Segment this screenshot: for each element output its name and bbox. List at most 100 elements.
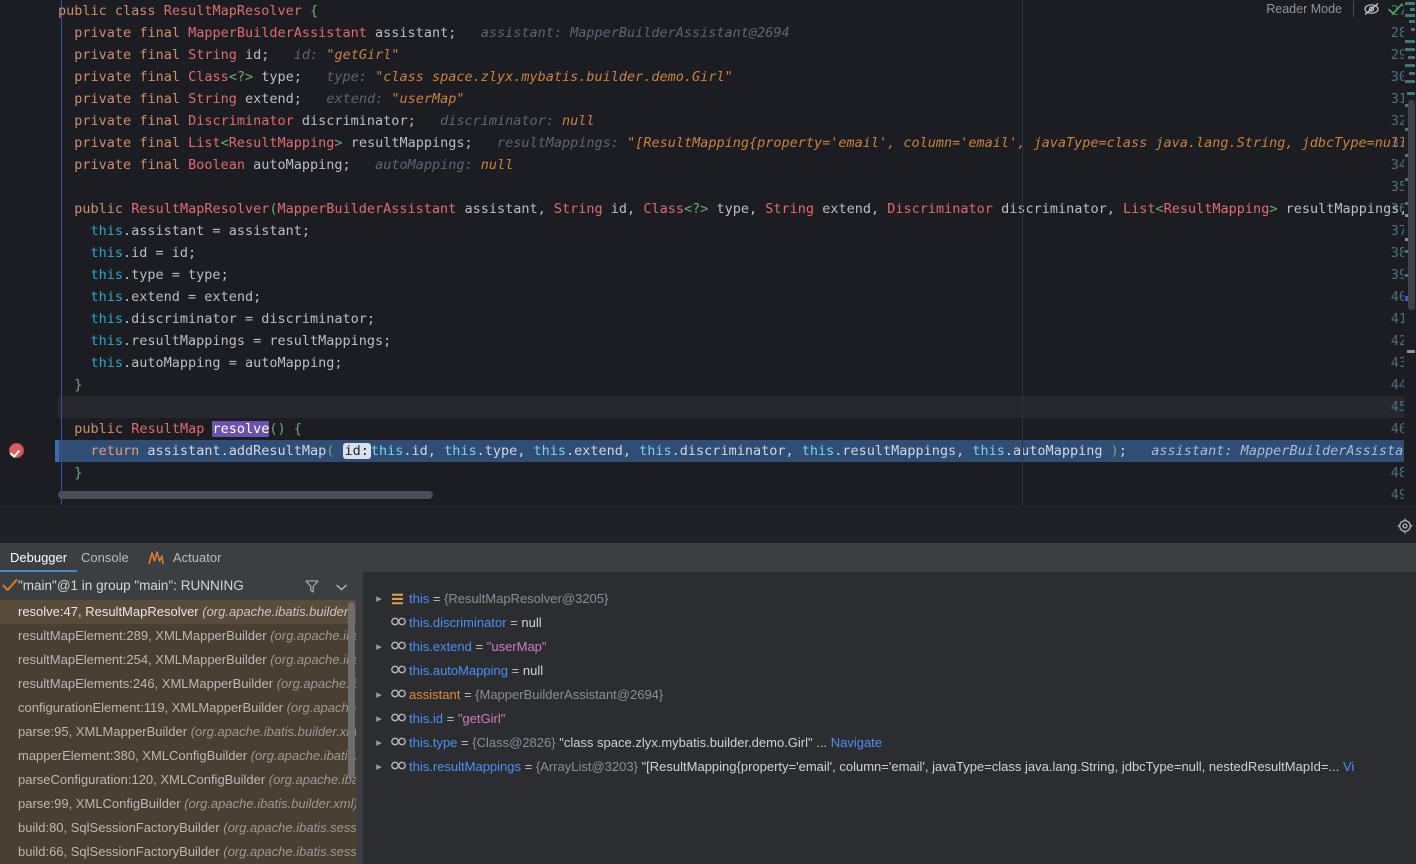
frame-method: resultMapElement:289, XMLMapperBuilder xyxy=(18,628,271,643)
error-stripe[interactable] xyxy=(1404,0,1416,505)
watch-icon xyxy=(391,617,406,626)
variable-name: this xyxy=(409,591,430,606)
code-editor[interactable]: 27 28 29 30 31 32 33 34 35 36 37 38 39 4… xyxy=(0,0,1416,505)
thread-label: "main"@1 in group "main": RUNNING xyxy=(18,578,244,593)
variable-value: "class space.zlyx.mybatis.builder.demo.G… xyxy=(559,735,828,750)
frame-package: (org.apache.ibatis.builder.xml) xyxy=(250,748,363,763)
frame-row[interactable]: resultMapElements:246, XMLMapperBuilder … xyxy=(0,672,363,696)
watch-icon xyxy=(391,713,406,722)
frame-row[interactable]: build:66, SqlSessionFactoryBuilder (org.… xyxy=(0,840,363,864)
variable-name: this.autoMapping xyxy=(409,663,509,678)
frame-method: parse:95, XMLMapperBuilder xyxy=(18,724,191,739)
editor-gutter[interactable] xyxy=(0,0,55,505)
frames-pane-edge xyxy=(356,600,363,864)
code-line-47: return assistant.addResultMap( id: this.i… xyxy=(58,443,1416,459)
variable-name: this.discriminator xyxy=(409,615,507,630)
equals-sign: = xyxy=(463,687,472,702)
code-line-37: this.assistant = assistant; xyxy=(90,223,310,239)
variable-name: this.id xyxy=(409,711,443,726)
code-line-36: public ResultMapResolver(MapperBuilderAs… xyxy=(74,201,1416,217)
filter-icon[interactable] xyxy=(305,580,319,593)
actuator-icon xyxy=(148,551,164,565)
frame-method: resultMapElements:246, XMLMapperBuilder xyxy=(18,676,277,691)
eye-off-icon[interactable] xyxy=(1363,1,1380,17)
frame-package: (org.apache.ibatis.builder.xml) xyxy=(184,796,358,811)
expand-chevron-icon[interactable]: ▸ xyxy=(373,683,385,707)
frame-method: parseConfiguration:120, XMLConfigBuilder xyxy=(18,772,269,787)
variable-value: null xyxy=(522,663,544,678)
check-icon[interactable] xyxy=(1387,1,1404,17)
frame-method: resolve:47, ResultMapResolver xyxy=(18,604,203,619)
tab-console[interactable]: Console xyxy=(71,543,139,572)
frame-package: (org.apache.ibatis.session) xyxy=(223,820,363,835)
variable-name: assistant xyxy=(409,687,461,702)
expand-chevron-icon[interactable]: ▸ xyxy=(373,635,385,659)
debug-tab-bar[interactable]: Debugger Console Actuator xyxy=(0,543,1416,572)
variable-row[interactable]: ▸ this = {ResultMapResolver@3205} xyxy=(363,587,1416,611)
code-line-34: private final Boolean autoMapping; autoM… xyxy=(74,157,514,173)
frame-package: (org.apache.ibatis.builder) xyxy=(202,604,353,619)
thread-running-check-icon xyxy=(2,579,18,591)
variable-value: null xyxy=(521,615,542,630)
variable-row[interactable]: ▸ this.id = "getGirl" xyxy=(363,707,1416,731)
variables-pane[interactable]: ▸ this = {ResultMapResolver@3205} this.d… xyxy=(363,572,1416,864)
scrollbar-thumb[interactable] xyxy=(58,491,433,499)
call-stack-frames-list[interactable]: resolve:47, ResultMapResolver (org.apach… xyxy=(0,600,363,864)
equals-sign: = xyxy=(524,759,533,774)
variable-ref: {ArrayList@3203} xyxy=(535,759,638,774)
frame-row[interactable]: resultMapElement:254, XMLMapperBuilder (… xyxy=(0,648,363,672)
tab-debugger[interactable]: Debugger xyxy=(0,543,78,572)
watch-icon xyxy=(391,665,406,674)
code-line-48: } xyxy=(74,465,83,481)
watch-icon xyxy=(391,689,406,698)
frame-row[interactable]: parse:95, XMLMapperBuilder (org.apache.i… xyxy=(0,720,363,744)
reader-mode-label[interactable]: Reader Mode xyxy=(1266,0,1342,18)
code-text-area[interactable]: public class ResultMapResolver { private… xyxy=(58,0,1416,505)
debug-tool-window: Debugger Console Actuator "main"@1 in gr… xyxy=(0,543,1416,864)
frame-row[interactable]: parse:99, XMLConfigBuilder (org.apache.i… xyxy=(0,792,363,816)
code-line-42: this.resultMappings = resultMappings; xyxy=(90,333,392,349)
expand-chevron-icon[interactable]: ▸ xyxy=(373,731,385,755)
frame-row[interactable]: configurationElement:119, XMLMapperBuild… xyxy=(0,696,363,720)
variable-value: "getGirl" xyxy=(457,711,506,726)
frame-method: configurationElement:119, XMLMapperBuild… xyxy=(18,700,287,715)
variable-row[interactable]: this.discriminator = null xyxy=(363,611,1416,635)
equals-sign: = xyxy=(475,639,484,654)
tab-actuator[interactable]: Actuator xyxy=(163,543,231,572)
breakpoint-verified-icon[interactable] xyxy=(9,443,24,458)
expand-chevron-icon[interactable]: ▸ xyxy=(373,755,385,779)
variable-row[interactable]: this.autoMapping = null xyxy=(363,659,1416,683)
watch-icon xyxy=(391,641,406,650)
equals-sign: = xyxy=(461,735,469,750)
variable-row[interactable]: ▸ assistant = {MapperBuilderAssistant@26… xyxy=(363,683,1416,707)
editor-bottom-strip xyxy=(0,505,1416,543)
variable-row[interactable]: ▸ this.extend = "userMap" xyxy=(363,635,1416,659)
chevron-down-icon[interactable] xyxy=(336,584,347,591)
code-line-41: this.discriminator = discriminator; xyxy=(90,311,375,327)
gear-icon[interactable] xyxy=(1397,518,1413,534)
frame-row[interactable]: mapperElement:380, XMLConfigBuilder (org… xyxy=(0,744,363,768)
code-line-46: public ResultMap resolve() { xyxy=(74,421,302,437)
variable-row[interactable]: ▸ this.type = {Class@2826} "class space.… xyxy=(363,731,1416,755)
code-line-31: private final String extend; extend: "us… xyxy=(74,91,465,107)
editor-horizontal-scrollbar[interactable] xyxy=(58,491,1404,499)
variable-row[interactable]: ▸ this.resultMappings = {ArrayList@3203}… xyxy=(363,755,1416,779)
code-line-27: public class ResultMapResolver { xyxy=(58,3,319,19)
frames-scrollbar[interactable] xyxy=(348,602,355,778)
variable-value: "[ResultMapping{property='email', column… xyxy=(641,759,1340,774)
variable-name: this.extend xyxy=(409,639,472,654)
frame-method: mapperElement:380, XMLConfigBuilder xyxy=(18,748,251,763)
frame-row[interactable]: resultMapElement:289, XMLMapperBuilder (… xyxy=(0,624,363,648)
frame-row[interactable]: resolve:47, ResultMapResolver (org.apach… xyxy=(0,600,363,624)
frame-row[interactable]: build:80, SqlSessionFactoryBuilder (org.… xyxy=(0,816,363,840)
thread-selector-bar[interactable]: "main"@1 in group "main": RUNNING xyxy=(0,572,363,600)
frame-row[interactable]: parseConfiguration:120, XMLConfigBuilder… xyxy=(0,768,363,792)
expand-chevron-icon[interactable]: ▸ xyxy=(373,587,385,611)
editor-vertical-scrollbar[interactable] xyxy=(1408,100,1415,310)
view-link[interactable]: Vi xyxy=(1343,759,1354,774)
selected-token[interactable]: resolve xyxy=(212,421,270,437)
object-icon xyxy=(392,593,403,605)
expand-chevron-icon[interactable]: ▸ xyxy=(373,707,385,731)
frame-method: build:66, SqlSessionFactoryBuilder xyxy=(18,844,224,859)
navigate-link[interactable]: Navigate xyxy=(831,735,882,750)
